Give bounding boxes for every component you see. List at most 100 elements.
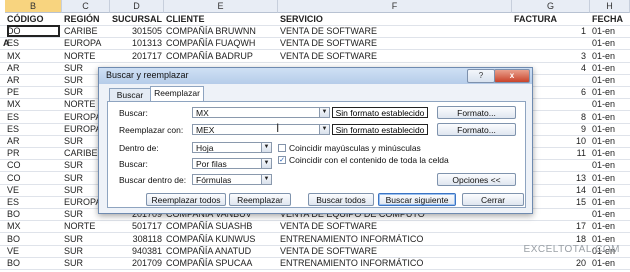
match-entire-checkbox[interactable]: ✓	[278, 156, 286, 164]
table-cell[interactable]: 940381	[112, 245, 162, 257]
table-cell[interactable]: 01-en	[592, 257, 628, 269]
find-dropdown-icon[interactable]: ▼	[319, 107, 330, 118]
table-cell[interactable]: COMPAÑÍA BADRUP	[166, 50, 276, 62]
table-cell[interactable]: SUR	[64, 257, 108, 269]
table-cell[interactable]: SUR	[64, 233, 108, 245]
table-cell[interactable]: VENTA DE SOFTWARE	[280, 220, 510, 232]
table-cell[interactable]: COMPAÑÍA KUNWUS	[166, 233, 276, 245]
table-cell[interactable]: 1	[514, 25, 586, 37]
table-cell[interactable]: 501717	[112, 220, 162, 232]
table-cell[interactable]: AR	[7, 135, 60, 147]
table-cell[interactable]: COMPAÑÍA SUASHB	[166, 220, 276, 232]
table-cell[interactable]: 201709	[112, 257, 162, 269]
search-dropdown-icon[interactable]: ▼	[261, 158, 272, 169]
table-cell[interactable]: 01-en	[592, 74, 628, 86]
table-cell[interactable]: 17	[514, 220, 586, 232]
table-cell[interactable]: 01-en	[592, 172, 628, 184]
tab-buscar[interactable]: Buscar	[109, 88, 151, 102]
find-format-button[interactable]: Formato...	[437, 106, 516, 119]
table-cell[interactable]: VE	[7, 184, 60, 196]
column-title[interactable]: SERVICIO	[280, 13, 510, 25]
tab-reemplazar[interactable]: Reemplazar	[150, 86, 204, 102]
close-button[interactable]: Cerrar	[462, 193, 524, 206]
table-cell[interactable]: BO	[7, 233, 60, 245]
table-cell[interactable]: 101313	[112, 37, 162, 49]
column-header-f[interactable]: F	[278, 0, 512, 13]
options-button[interactable]: Opciones <<	[437, 173, 516, 186]
table-cell[interactable]: NORTE	[64, 220, 108, 232]
column-title[interactable]: FECHA	[592, 13, 628, 25]
column-header-g[interactable]: G	[512, 0, 590, 13]
table-cell[interactable]: 01-en	[592, 111, 628, 123]
table-cell[interactable]: 201717	[112, 50, 162, 62]
within-select[interactable]: Hoja	[192, 142, 262, 153]
table-cell[interactable]: 01-en	[592, 62, 628, 74]
table-cell[interactable]: ES	[7, 37, 60, 49]
table-cell[interactable]: COMPAÑÍA FUAQWH	[166, 37, 276, 49]
table-cell[interactable]: 301505	[112, 25, 162, 37]
find-input[interactable]: MX	[192, 107, 320, 118]
table-cell[interactable]: MX	[7, 98, 60, 110]
column-header-e[interactable]: E	[164, 0, 278, 13]
table-cell[interactable]: VENTA DE SOFTWARE	[280, 245, 510, 257]
help-button[interactable]: ?	[467, 69, 495, 83]
match-case-checkbox[interactable]	[278, 144, 286, 152]
table-cell[interactable]: PR	[7, 147, 60, 159]
column-title[interactable]: CÓDIGO	[7, 13, 60, 25]
column-title[interactable]: CLIENTE	[166, 13, 276, 25]
table-cell[interactable]: 01-en	[592, 196, 628, 208]
table-cell[interactable]: 01-en	[592, 208, 628, 220]
table-cell[interactable]: COMPAÑÍA BRUWNN	[166, 25, 276, 37]
table-cell[interactable]: 01-en	[592, 233, 628, 245]
table-cell[interactable]: BO	[7, 257, 60, 269]
replace-button[interactable]: Reemplazar	[229, 193, 291, 206]
table-cell[interactable]: AR	[7, 62, 60, 74]
table-cell[interactable]: 01-en	[592, 159, 628, 171]
table-cell[interactable]: CO	[7, 172, 60, 184]
table-cell[interactable]: VENTA DE SOFTWARE	[280, 25, 510, 37]
lookin-select[interactable]: Fórmulas	[192, 174, 262, 185]
table-cell[interactable]: 01-en	[592, 147, 628, 159]
table-cell[interactable]: BO	[7, 208, 60, 220]
table-cell[interactable]: 18	[514, 233, 586, 245]
replace-dropdown-icon[interactable]: ▼	[319, 124, 330, 135]
column-title[interactable]: SUCURSAL	[112, 13, 162, 25]
table-cell[interactable]: PE	[7, 86, 60, 98]
table-cell[interactable]: ES	[7, 111, 60, 123]
table-cell[interactable]: ENTRENAMIENTO INFORMÁTICO	[280, 257, 510, 269]
table-cell[interactable]: VENTA DE SOFTWARE	[280, 37, 510, 49]
replace-format-button[interactable]: Formato...	[437, 123, 516, 136]
lookin-dropdown-icon[interactable]: ▼	[261, 174, 272, 185]
table-cell[interactable]: EUROPA	[64, 37, 108, 49]
table-cell[interactable]: COMPAÑÍA SPUCAA	[166, 257, 276, 269]
column-header-b[interactable]: B	[5, 0, 62, 13]
replace-input[interactable]: MEX	[192, 124, 320, 135]
column-header-h[interactable]: H	[590, 0, 630, 13]
table-cell[interactable]	[514, 37, 586, 49]
table-cell[interactable]: ES	[7, 196, 60, 208]
dialog-titlebar[interactable]: Buscar y reemplazar ? x	[99, 68, 532, 84]
table-cell[interactable]: VENTA DE SOFTWARE	[280, 50, 510, 62]
within-dropdown-icon[interactable]: ▼	[261, 142, 272, 153]
table-cell[interactable]: 01-en	[592, 50, 628, 62]
table-cell[interactable]: 20	[514, 257, 586, 269]
close-x-button[interactable]: x	[494, 69, 530, 83]
table-cell[interactable]: ENTRENAMIENTO INFORMÁTICO	[280, 233, 510, 245]
table-cell[interactable]: 01-en	[592, 25, 628, 37]
table-cell[interactable]: 01-en	[592, 220, 628, 232]
column-title[interactable]: REGIÓN	[64, 13, 108, 25]
table-cell[interactable]: 3	[514, 50, 586, 62]
table-cell[interactable]: NORTE	[64, 50, 108, 62]
find-next-button[interactable]: Buscar siguiente	[378, 193, 456, 206]
search-select[interactable]: Por filas	[192, 158, 262, 169]
table-cell[interactable]: 01-en	[592, 98, 628, 110]
table-cell[interactable]: 01-en	[592, 37, 628, 49]
table-cell[interactable]: MX	[7, 220, 60, 232]
table-cell[interactable]: CO	[7, 159, 60, 171]
table-cell[interactable]: 01-en	[592, 123, 628, 135]
table-cell[interactable]: AR	[7, 74, 60, 86]
table-cell[interactable]: 01-en	[592, 135, 628, 147]
find-all-button[interactable]: Buscar todos	[308, 193, 374, 206]
table-cell[interactable]: VE	[7, 245, 60, 257]
table-cell[interactable]: 308118	[112, 233, 162, 245]
